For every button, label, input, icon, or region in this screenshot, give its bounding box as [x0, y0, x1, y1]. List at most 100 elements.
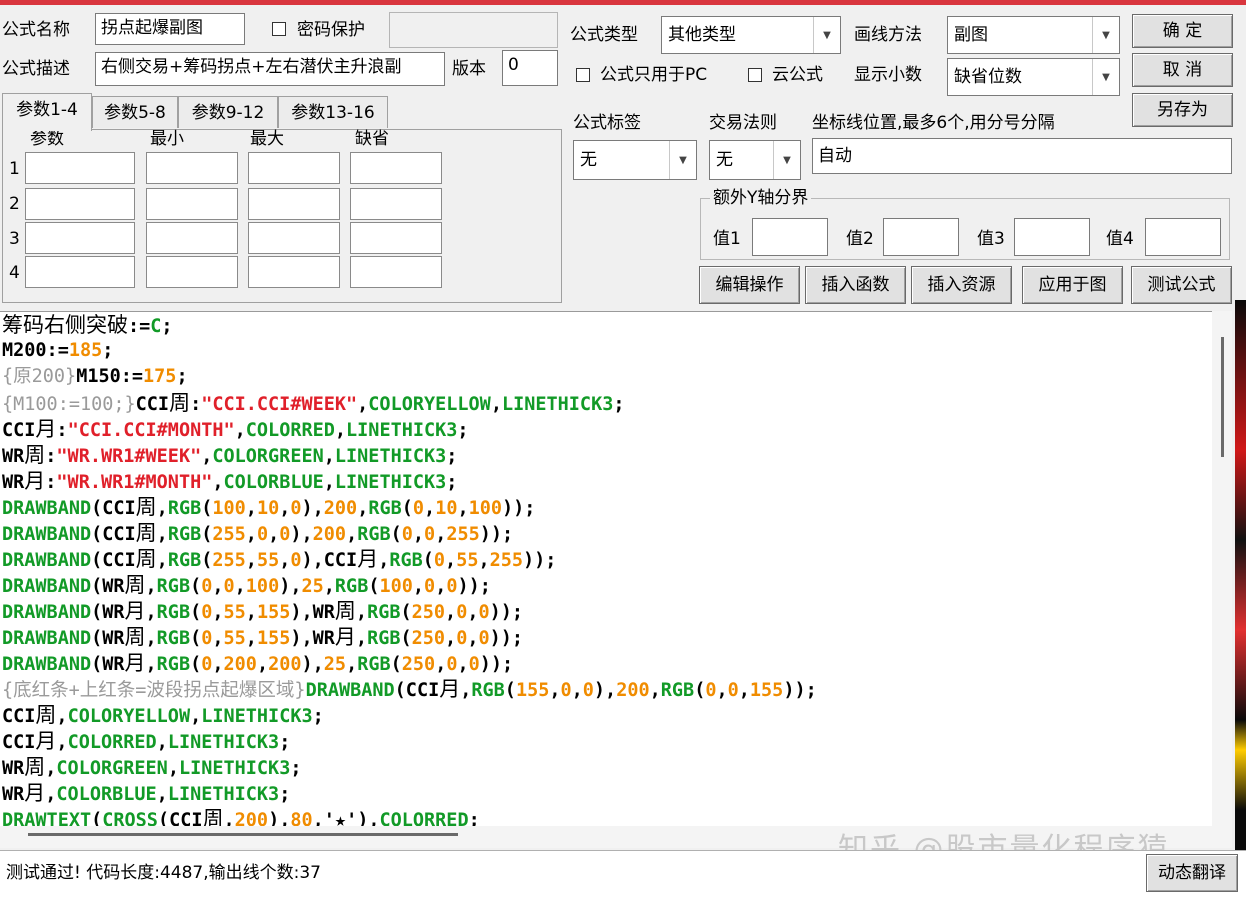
- param-min-input[interactable]: [146, 222, 238, 254]
- formula-type-select[interactable]: 其他类型 ▼: [661, 16, 841, 54]
- param-header-max: 最大: [250, 129, 284, 149]
- code-token: M200:=: [2, 340, 69, 361]
- code-editor[interactable]: 筹码右侧突破:=C; M200:=185; {原200}M150:=175; {M10…: [0, 311, 1212, 827]
- param-min-input[interactable]: [146, 152, 238, 184]
- scrollbar-thumb[interactable]: [1221, 337, 1224, 457]
- param-min-input[interactable]: [146, 256, 238, 288]
- coord-line-input[interactable]: 自动: [812, 138, 1232, 174]
- code-line[interactable]: CCI月:"CCI.CCI#MONTH",COLORRED,LINETHICK3…: [2, 416, 469, 442]
- code-token: (: [390, 654, 402, 675]
- code-vertical-scrollbar[interactable]: [1212, 311, 1232, 826]
- param-min-input[interactable]: [146, 188, 238, 220]
- param-default-input[interactable]: [350, 152, 442, 184]
- code-token: (: [190, 576, 202, 597]
- background-chart-strip: [1235, 300, 1246, 900]
- ok-button[interactable]: 确 定: [1132, 14, 1233, 48]
- draw-method-select[interactable]: 副图 ▼: [947, 16, 1120, 54]
- code-line[interactable]: DRAWBAND(WR月,RGB(0,55,155),WR周,RGB(250,0…: [2, 598, 523, 624]
- insert-function-button[interactable]: 插入函数: [805, 266, 906, 304]
- tab-params-1-4[interactable]: 参数1-4: [2, 93, 92, 131]
- tab-params-5-8[interactable]: 参数5-8: [92, 96, 178, 128]
- code-token: RGB: [368, 498, 402, 519]
- password-checkbox[interactable]: [272, 22, 286, 36]
- code-token: 0: [456, 628, 468, 649]
- decimals-select[interactable]: 缺省位数 ▼: [947, 58, 1120, 96]
- yaxis-value4-input[interactable]: [1145, 218, 1221, 256]
- code-line[interactable]: M200:=185;: [2, 338, 113, 364]
- code-line[interactable]: DRAWBAND(CCI周,RGB(255,55,0),CCI月,RGB(0,5…: [2, 546, 556, 572]
- code-token: 0: [201, 576, 213, 597]
- apply-to-chart-button[interactable]: 应用于图: [1022, 266, 1123, 304]
- code-line[interactable]: DRAWBAND(WR周,RGB(0,55,155),WR月,RGB(250,0…: [2, 624, 523, 650]
- code-line[interactable]: WR周:"WR.WR1#WEEK",COLORGREEN,LINETHICK3;: [2, 442, 457, 468]
- code-line[interactable]: WR月,COLORBLUE,LINETHICK3;: [2, 780, 290, 806]
- code-line[interactable]: DRAWTEXT(CROSS(CCI周,200),80,'★'),COLORRE…: [2, 806, 480, 827]
- version-input[interactable]: 0: [502, 50, 558, 86]
- code-token: 25: [323, 654, 347, 675]
- code-token: 0: [201, 654, 213, 675]
- code-line[interactable]: CCI周,COLORYELLOW,LINETHICK3;: [2, 702, 324, 728]
- scrollbar-thumb[interactable]: [28, 833, 458, 836]
- code-token: 0: [727, 680, 739, 701]
- param-max-input[interactable]: [248, 256, 340, 288]
- formula-desc-input[interactable]: 右侧交易+筹码拐点+左右潜伏主升浪副: [95, 52, 445, 86]
- formula-tag-select[interactable]: 无 ▼: [573, 140, 697, 180]
- code-token: 月: [357, 547, 379, 571]
- cloud-checkbox[interactable]: [748, 68, 762, 82]
- code-token: ,: [234, 576, 246, 597]
- code-line[interactable]: DRAWBAND(WR月,RGB(0,200,200),25,RGB(250,0…: [2, 650, 513, 676]
- code-line[interactable]: CCI月,COLORRED,LINETHICK3;: [2, 728, 290, 754]
- formula-desc-label: 公式描述: [2, 59, 70, 79]
- param-name-input[interactable]: [25, 188, 135, 220]
- param-default-input[interactable]: [350, 188, 442, 220]
- code-token: ),WR: [290, 602, 335, 623]
- code-token: ,: [245, 550, 257, 571]
- code-line[interactable]: WR周,COLORGREEN,LINETHICK3;: [2, 754, 301, 780]
- param-max-input[interactable]: [248, 222, 340, 254]
- param-default-input[interactable]: [350, 256, 442, 288]
- test-formula-button[interactable]: 测试公式: [1131, 266, 1232, 304]
- pc-only-checkbox[interactable]: [576, 68, 590, 82]
- code-token: LINETHICK3: [167, 784, 280, 805]
- param-name-input[interactable]: [25, 256, 135, 288]
- code-token: '),: [346, 810, 380, 827]
- formula-name-input[interactable]: 拐点起爆副图: [95, 13, 245, 45]
- tab-params-9-12[interactable]: 参数9-12: [178, 96, 278, 128]
- param-max-input[interactable]: [248, 152, 340, 184]
- code-line[interactable]: DRAWBAND(WR周,RGB(0,0,100),25,RGB(100,0,0…: [2, 572, 491, 598]
- yaxis-value1-input[interactable]: [752, 218, 828, 256]
- code-token: ,: [478, 550, 490, 571]
- window-top-bar: [0, 0, 1246, 5]
- dynamic-translate-button[interactable]: 动态翻译: [1146, 854, 1238, 892]
- code-token: ),: [268, 810, 291, 827]
- param-default-input[interactable]: [350, 222, 442, 254]
- param-name-input[interactable]: [25, 222, 135, 254]
- param-name-input[interactable]: [25, 152, 135, 184]
- param-max-input[interactable]: [248, 188, 340, 220]
- code-line[interactable]: {原200}M150:=175;: [2, 364, 188, 390]
- code-token: "CCI.CCI#MONTH": [67, 420, 235, 441]
- code-token: 155: [256, 628, 291, 649]
- code-token: RGB: [334, 576, 369, 597]
- yaxis-value3-input[interactable]: [1014, 218, 1090, 256]
- code-token: ),WR: [290, 628, 335, 649]
- code-token: (: [694, 680, 706, 701]
- code-line[interactable]: WR月:"WR.WR1#MONTH",COLORBLUE,LINETHICK3;: [2, 468, 457, 494]
- insert-resource-button[interactable]: 插入资源: [911, 266, 1012, 304]
- code-line[interactable]: {M100:=100;}CCI周:"CCI.CCI#WEEK",COLORYEL…: [2, 390, 625, 416]
- code-token: 255: [489, 550, 524, 571]
- code-token: ),CCI: [301, 550, 358, 571]
- code-line[interactable]: DRAWBAND(CCI周,RGB(100,10,0),200,RGB(0,10…: [2, 494, 535, 520]
- code-line[interactable]: {底红条+上红条=波段拐点起爆区域}DRAWBAND(CCI月,RGB(155,…: [2, 676, 817, 702]
- code-token: 155: [749, 680, 784, 701]
- code-token: DRAWBAND: [2, 654, 92, 675]
- code-token: 周: [24, 755, 46, 779]
- code-line[interactable]: DRAWBAND(CCI周,RGB(255,0,0),200,RGB(0,0,2…: [2, 520, 513, 546]
- trade-rule-select[interactable]: 无 ▼: [709, 140, 801, 180]
- save-as-button[interactable]: 另存为: [1132, 93, 1233, 127]
- yaxis-value2-input[interactable]: [883, 218, 959, 256]
- edit-operation-button[interactable]: 编辑操作: [699, 266, 800, 304]
- code-line[interactable]: 筹码右侧突破:=C;: [2, 312, 173, 338]
- tab-params-13-16[interactable]: 参数13-16: [278, 96, 388, 128]
- cancel-button[interactable]: 取 消: [1132, 53, 1233, 87]
